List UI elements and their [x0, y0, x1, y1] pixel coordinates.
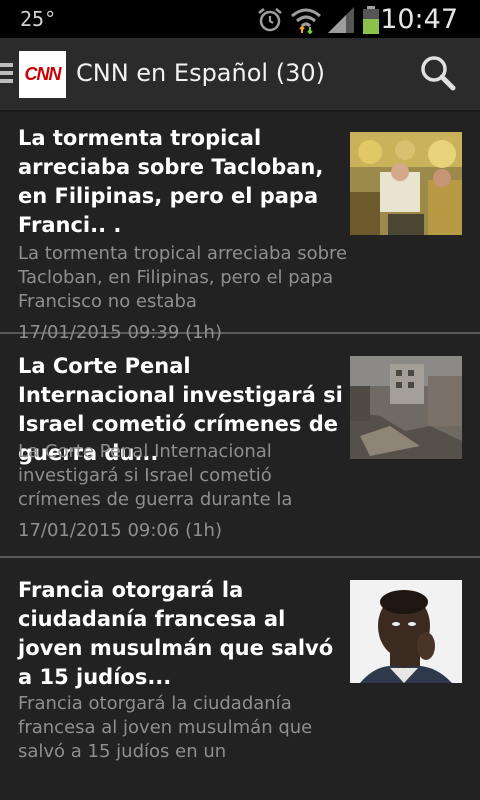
article-thumbnail: [350, 132, 462, 235]
article-thumbnail: [350, 580, 462, 683]
article-item[interactable]: Francia otorgará la ciudadanía francesa …: [0, 558, 480, 780]
app-bar: CNN CNN en Español (30): [0, 38, 480, 112]
article-list: La tormenta tropical arreciaba sobre Tac…: [0, 110, 480, 780]
status-time: 10:47: [380, 4, 458, 35]
wifi-icon: [290, 6, 322, 38]
status-bar: 25° 10:47: [0, 0, 480, 38]
signal-icon: [326, 6, 356, 38]
article-summary: La Corte Penal Internacional investigará…: [18, 441, 293, 510]
cnn-logo[interactable]: CNN: [19, 51, 66, 98]
logo-text: CNN: [24, 64, 62, 84]
alarm-icon: [256, 6, 284, 38]
battery-icon: [362, 6, 380, 38]
search-icon: [418, 56, 458, 98]
article-summary: Francia otorgará la ciudadanía francesa …: [18, 693, 313, 762]
article-summary: La tormenta tropical arreciaba sobre Tac…: [18, 243, 348, 312]
article-thumbnail: [350, 356, 462, 459]
article-item[interactable]: La Corte Penal Internacional investigará…: [0, 334, 480, 558]
article-title: Francia otorgará la ciudadanía francesa …: [18, 578, 334, 689]
status-temperature: 25°: [20, 7, 57, 31]
search-button[interactable]: [418, 54, 458, 94]
article-title: La tormenta tropical arreciaba sobre Tac…: [18, 126, 324, 237]
app-title: CNN en Español (30): [76, 59, 325, 87]
drawer-menu-icon[interactable]: [0, 63, 13, 85]
article-item[interactable]: La tormenta tropical arreciaba sobre Tac…: [0, 110, 480, 343]
article-date: 17/01/2015 09:06 (1h): [18, 520, 222, 541]
